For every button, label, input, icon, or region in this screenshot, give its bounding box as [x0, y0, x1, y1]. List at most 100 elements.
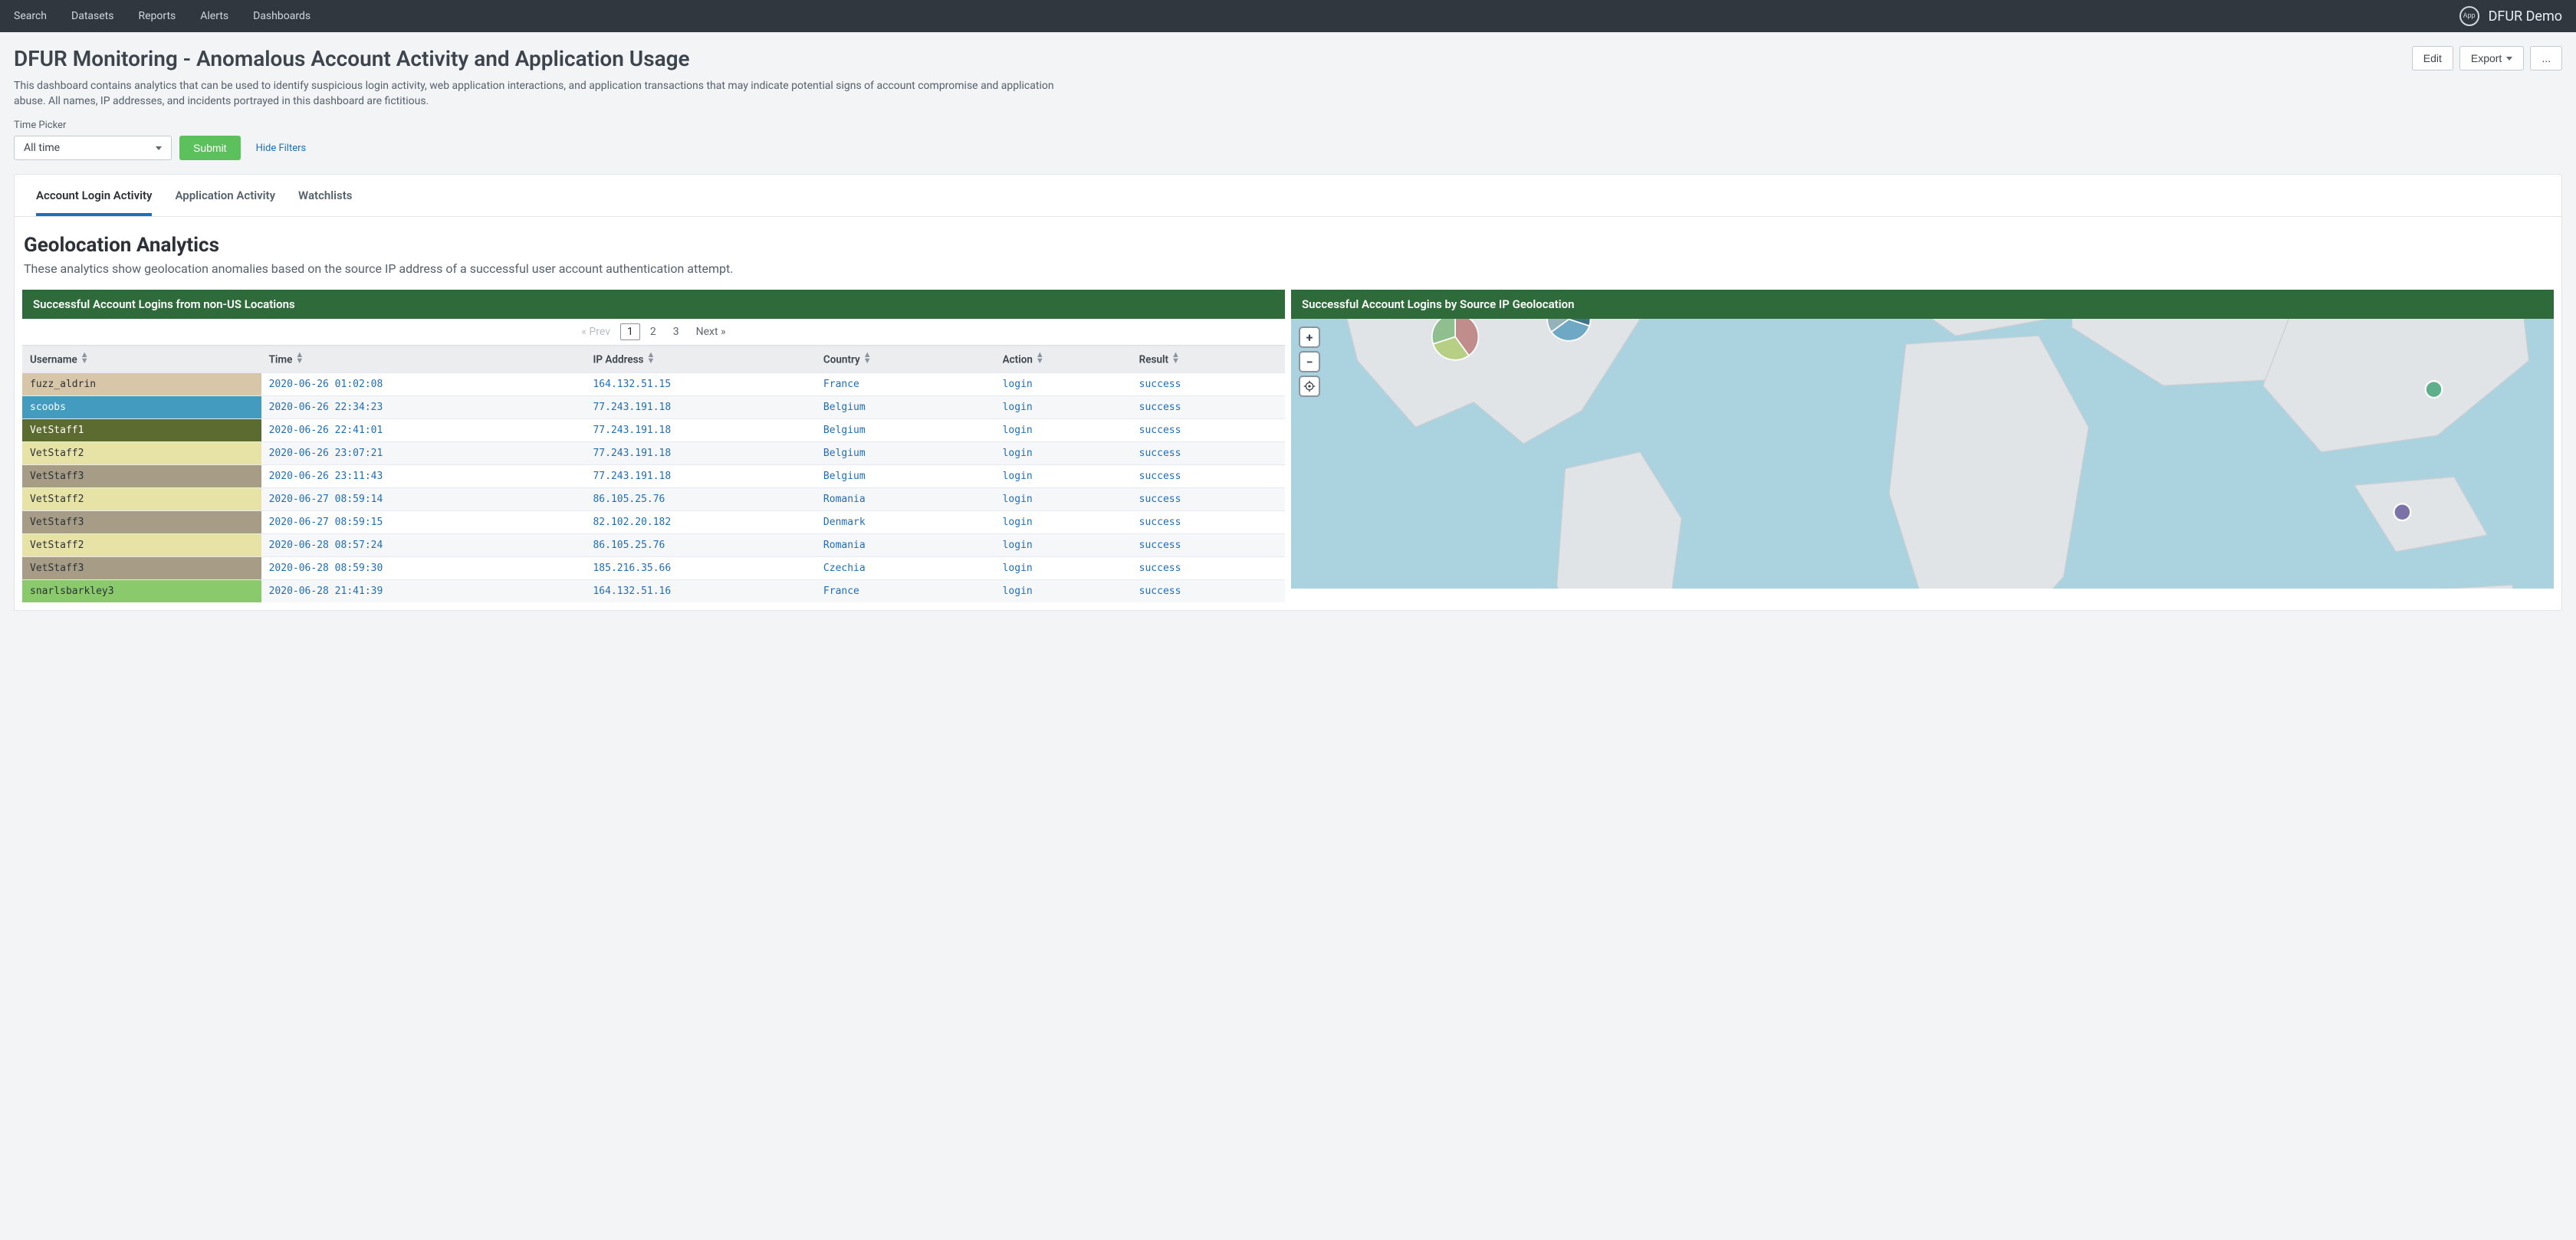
cell-ip[interactable]: 77.243.191.18: [585, 441, 815, 464]
cell-action[interactable]: login: [995, 487, 1132, 510]
th-username[interactable]: Username▲▼: [22, 346, 261, 373]
table-row[interactable]: snarlsbarkley32020-06-28 21:41:39164.132…: [22, 579, 1285, 602]
cell-ip[interactable]: 77.243.191.18: [585, 395, 815, 418]
cell-ip[interactable]: 77.243.191.18: [585, 464, 815, 487]
cell-ip[interactable]: 86.105.25.76: [585, 533, 815, 556]
cell-username[interactable]: VetStaff3: [22, 464, 261, 487]
cell-country[interactable]: Belgium: [816, 418, 995, 441]
cell-username[interactable]: scoobs: [22, 395, 261, 418]
submit-button[interactable]: Submit: [179, 136, 241, 160]
cell-action[interactable]: login: [995, 372, 1132, 395]
nav-reports[interactable]: Reports: [138, 10, 176, 22]
cell-time[interactable]: 2020-06-26 22:41:01: [261, 418, 586, 441]
cell-time[interactable]: 2020-06-26 22:34:23: [261, 395, 586, 418]
cell-time[interactable]: 2020-06-28 08:57:24: [261, 533, 586, 556]
map-marker-east-asia[interactable]: [2426, 381, 2443, 398]
cell-ip[interactable]: 77.243.191.18: [585, 418, 815, 441]
th-result[interactable]: Result▲▼: [1132, 346, 1285, 373]
cell-country[interactable]: France: [816, 579, 995, 602]
cell-ip[interactable]: 185.216.35.66: [585, 556, 815, 579]
table-row[interactable]: VetStaff22020-06-28 08:57:2486.105.25.76…: [22, 533, 1285, 556]
table-row[interactable]: fuzz_aldrin2020-06-26 01:02:08164.132.51…: [22, 372, 1285, 395]
cell-action[interactable]: login: [995, 395, 1132, 418]
nav-alerts[interactable]: Alerts: [200, 10, 228, 22]
cell-username[interactable]: VetStaff1: [22, 418, 261, 441]
table-row[interactable]: VetStaff32020-06-27 08:59:1582.102.20.18…: [22, 510, 1285, 533]
cell-time[interactable]: 2020-06-26 23:11:43: [261, 464, 586, 487]
cell-country[interactable]: Belgium: [816, 395, 995, 418]
cell-username[interactable]: VetStaff2: [22, 533, 261, 556]
zoom-out-button[interactable]: −: [1299, 351, 1320, 372]
cell-time[interactable]: 2020-06-27 08:59:15: [261, 510, 586, 533]
cell-country[interactable]: Romania: [816, 487, 995, 510]
cell-result[interactable]: success: [1132, 510, 1285, 533]
cell-action[interactable]: login: [995, 418, 1132, 441]
tab-application-activity[interactable]: Application Activity: [175, 175, 275, 216]
cell-country[interactable]: Belgium: [816, 464, 995, 487]
cell-action[interactable]: login: [995, 556, 1132, 579]
cell-result[interactable]: success: [1132, 464, 1285, 487]
pagination-page-1[interactable]: 1: [620, 323, 640, 340]
cell-action[interactable]: login: [995, 464, 1132, 487]
locate-button[interactable]: [1299, 376, 1320, 397]
th-time[interactable]: Time▲▼: [261, 346, 586, 373]
tab-account-login-activity[interactable]: Account Login Activity: [36, 175, 152, 216]
cell-country[interactable]: Denmark: [816, 510, 995, 533]
cell-ip[interactable]: 164.132.51.15: [585, 372, 815, 395]
th-ip[interactable]: IP Address▲▼: [585, 346, 815, 373]
table-row[interactable]: VetStaff32020-06-26 23:11:4377.243.191.1…: [22, 464, 1285, 487]
edit-button[interactable]: Edit: [2412, 46, 2453, 71]
cell-result[interactable]: success: [1132, 533, 1285, 556]
cell-action[interactable]: login: [995, 579, 1132, 602]
cell-action[interactable]: login: [995, 510, 1132, 533]
tab-watchlists[interactable]: Watchlists: [298, 175, 352, 216]
hide-filters-link[interactable]: Hide Filters: [256, 143, 307, 154]
cell-result[interactable]: success: [1132, 418, 1285, 441]
pagination-page-2[interactable]: 2: [643, 323, 663, 340]
cell-result[interactable]: success: [1132, 372, 1285, 395]
cell-time[interactable]: 2020-06-28 08:59:30: [261, 556, 586, 579]
cell-time[interactable]: 2020-06-27 08:59:14: [261, 487, 586, 510]
nav-search[interactable]: Search: [14, 10, 47, 22]
cell-ip[interactable]: 82.102.20.182: [585, 510, 815, 533]
cell-ip[interactable]: 164.132.51.16: [585, 579, 815, 602]
cell-country[interactable]: Belgium: [816, 441, 995, 464]
cell-time[interactable]: 2020-06-28 21:41:39: [261, 579, 586, 602]
nav-datasets[interactable]: Datasets: [71, 10, 113, 22]
cell-username[interactable]: VetStaff2: [22, 441, 261, 464]
app-name[interactable]: DFUR Demo: [2489, 8, 2562, 25]
cell-result[interactable]: success: [1132, 556, 1285, 579]
th-country[interactable]: Country▲▼: [816, 346, 995, 373]
cell-result[interactable]: success: [1132, 579, 1285, 602]
table-row[interactable]: VetStaff22020-06-26 23:07:2177.243.191.1…: [22, 441, 1285, 464]
cell-username[interactable]: VetStaff2: [22, 487, 261, 510]
cell-result[interactable]: success: [1132, 395, 1285, 418]
map-marker-southeast-asia[interactable]: [2394, 504, 2411, 521]
cell-result[interactable]: success: [1132, 441, 1285, 464]
cell-username[interactable]: snarlsbarkley3: [22, 579, 261, 602]
table-row[interactable]: VetStaff22020-06-27 08:59:1486.105.25.76…: [22, 487, 1285, 510]
cell-ip[interactable]: 86.105.25.76: [585, 487, 815, 510]
th-action[interactable]: Action▲▼: [995, 346, 1132, 373]
table-row[interactable]: VetStaff32020-06-28 08:59:30185.216.35.6…: [22, 556, 1285, 579]
cell-action[interactable]: login: [995, 533, 1132, 556]
cell-country[interactable]: France: [816, 372, 995, 395]
time-picker-dropdown[interactable]: All time: [14, 136, 172, 160]
cell-country[interactable]: Czechia: [816, 556, 995, 579]
zoom-in-button[interactable]: +: [1299, 326, 1320, 348]
pagination-next[interactable]: Next »: [689, 323, 733, 340]
table-row[interactable]: VetStaff12020-06-26 22:41:0177.243.191.1…: [22, 418, 1285, 441]
cell-username[interactable]: VetStaff3: [22, 556, 261, 579]
pagination-prev[interactable]: « Prev: [574, 323, 617, 340]
cell-time[interactable]: 2020-06-26 01:02:08: [261, 372, 586, 395]
cell-result[interactable]: success: [1132, 487, 1285, 510]
pagination-page-3[interactable]: 3: [666, 323, 686, 340]
cell-username[interactable]: VetStaff3: [22, 510, 261, 533]
cell-action[interactable]: login: [995, 441, 1132, 464]
app-icon[interactable]: App: [2459, 6, 2479, 26]
export-button[interactable]: Export: [2459, 46, 2524, 71]
map-viewport[interactable]: + −: [1291, 319, 2554, 589]
map-marker-north-america-west[interactable]: [1432, 319, 1479, 360]
cell-username[interactable]: fuzz_aldrin: [22, 372, 261, 395]
nav-dashboards[interactable]: Dashboards: [253, 10, 310, 22]
